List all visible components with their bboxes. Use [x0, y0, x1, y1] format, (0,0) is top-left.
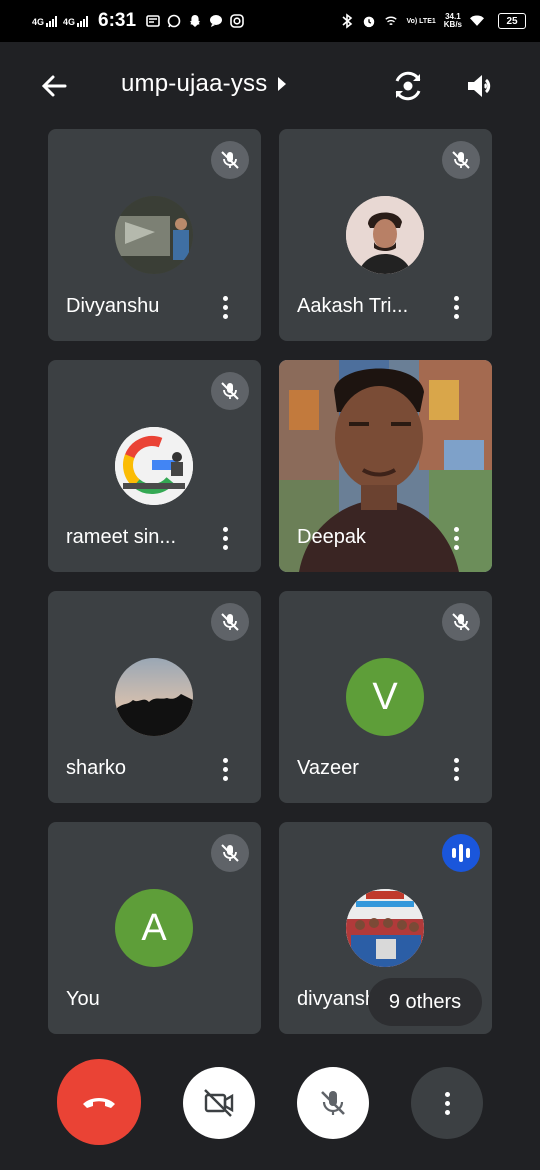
- signal-1-icon: [46, 15, 58, 27]
- avatar: A: [115, 889, 193, 967]
- wifi-icon: [470, 14, 484, 28]
- avatar: [115, 658, 193, 736]
- participant-menu-button[interactable]: [213, 524, 237, 552]
- meeting-code: ump-ujaa-yss: [121, 70, 268, 97]
- meeting-header: ump-ujaa-yss: [0, 42, 540, 128]
- participant-name: You: [66, 988, 100, 1010]
- switch-camera-button[interactable]: [388, 66, 428, 106]
- back-button[interactable]: [36, 68, 72, 104]
- more-options-button[interactable]: [411, 1067, 483, 1139]
- speaker-icon: [468, 75, 491, 97]
- participant-tile[interactable]: sharko: [48, 591, 261, 803]
- avatar: [346, 889, 424, 967]
- call-controls: [0, 1059, 540, 1150]
- network-1-label: 4G: [32, 16, 45, 27]
- switch-camera-icon: [395, 71, 421, 101]
- audio-output-button[interactable]: [460, 66, 500, 106]
- participant-tile[interactable]: rameet sin...: [48, 360, 261, 572]
- snapchat-icon: [188, 14, 202, 28]
- participant-name: Deepak: [297, 526, 366, 548]
- avatar: [346, 196, 424, 274]
- message-icon: [146, 14, 160, 28]
- mic-toggle-button[interactable]: [297, 1067, 369, 1139]
- participant-menu-button[interactable]: [444, 524, 468, 552]
- status-left: 4G 4G 6:31: [32, 10, 244, 32]
- participant-name: Divyanshu: [66, 295, 160, 317]
- muted-mic-icon: [211, 603, 249, 641]
- meeting-title[interactable]: ump-ujaa-yss: [121, 70, 287, 98]
- more-vertical-icon: [444, 1091, 450, 1115]
- alarm-icon: [362, 14, 376, 28]
- chevron-right-icon: [278, 77, 287, 91]
- participant-name: sharko: [66, 757, 127, 779]
- participant-name: rameet sin...: [66, 526, 177, 548]
- camera-toggle-button[interactable]: [183, 1067, 255, 1139]
- participant-name: Aakash Tri...: [297, 295, 409, 317]
- camera-off-icon: [204, 1089, 234, 1117]
- status-bar: 4G 4G 6:31 Vo) LTE1 34.1 KB/s 25: [0, 0, 540, 42]
- muted-mic-icon: [442, 603, 480, 641]
- participant-tile[interactable]: Aakash Tri...: [279, 129, 492, 341]
- instagram-icon: [230, 14, 244, 28]
- network-2-label: 4G: [63, 16, 76, 27]
- speaking-indicator-icon: [442, 834, 480, 872]
- bluetooth-icon: [340, 13, 354, 29]
- phone-hangup-icon: [83, 1098, 115, 1108]
- participant-menu-button[interactable]: [444, 293, 468, 321]
- notification-icons: [146, 14, 244, 28]
- participant-name: divyansh: [297, 988, 376, 1010]
- participant-menu-button[interactable]: [444, 755, 468, 783]
- participant-name: Vazeer: [297, 757, 359, 779]
- participant-video-tile[interactable]: Deepak: [279, 360, 492, 572]
- others-button[interactable]: 9 others: [368, 978, 482, 1026]
- status-right: Vo) LTE1 34.1 KB/s 25: [340, 13, 526, 29]
- speed-unit: KB/s: [443, 20, 462, 29]
- mic-off-icon: [321, 1091, 345, 1115]
- avatar: [115, 196, 193, 274]
- volte-indicator: Vo) LTE1: [406, 17, 436, 25]
- participant-tile[interactable]: Divyanshu: [48, 129, 261, 341]
- avatar: V: [346, 658, 424, 736]
- participant-menu-button[interactable]: [213, 293, 237, 321]
- muted-mic-icon: [211, 141, 249, 179]
- hang-up-button[interactable]: [57, 1059, 141, 1145]
- self-tile[interactable]: A You: [48, 822, 261, 1034]
- network-2: 4G: [63, 15, 89, 27]
- avatar: [115, 427, 193, 505]
- chat-icon: [209, 14, 223, 28]
- battery-icon: 25: [498, 13, 526, 29]
- network-speed: 34.1 KB/s: [444, 13, 462, 29]
- signal-2-icon: [77, 15, 89, 27]
- muted-mic-icon: [442, 141, 480, 179]
- network-1: 4G: [32, 15, 58, 27]
- clock: 6:31: [98, 10, 137, 31]
- whatsapp-icon: [167, 14, 181, 28]
- muted-mic-icon: [211, 834, 249, 872]
- back-arrow-icon: [41, 75, 67, 97]
- wifi-calling-icon: [384, 14, 398, 28]
- muted-mic-icon: [211, 372, 249, 410]
- participant-tile[interactable]: V Vazeer: [279, 591, 492, 803]
- participant-menu-button[interactable]: [213, 755, 237, 783]
